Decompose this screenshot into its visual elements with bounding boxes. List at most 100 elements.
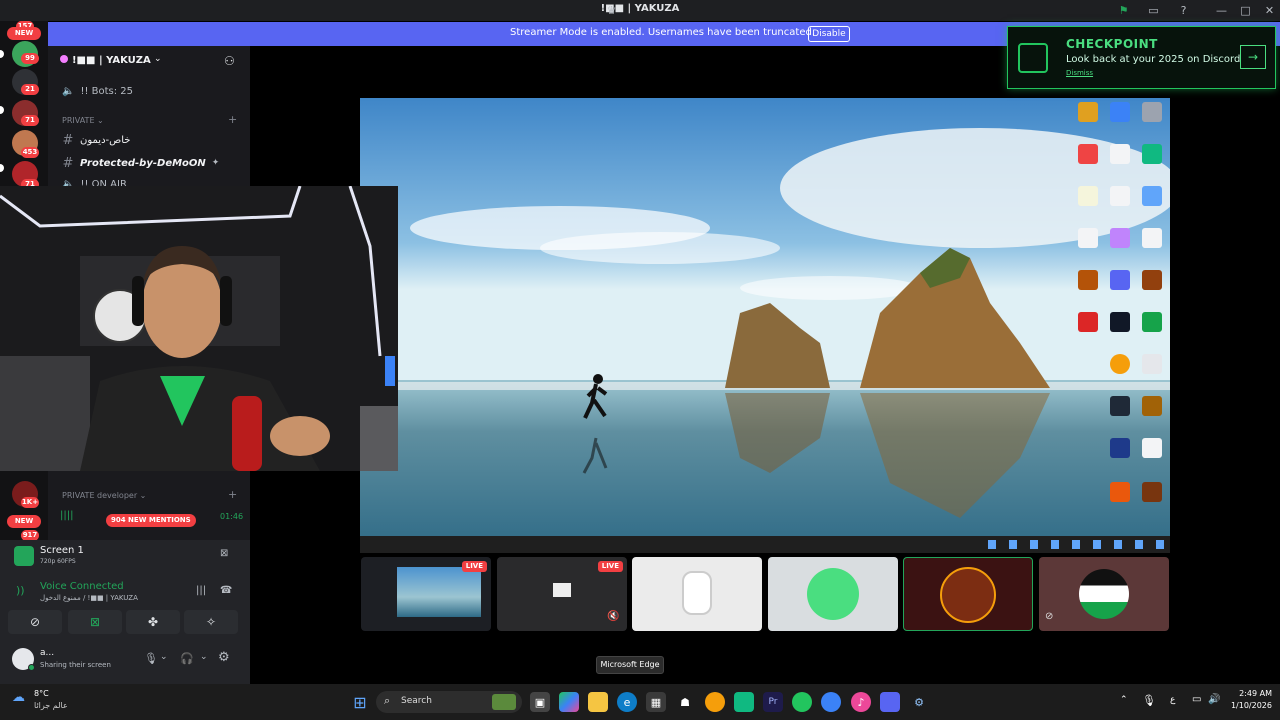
desktop-icon[interactable] xyxy=(1142,186,1162,206)
chevron-down-icon[interactable]: ⌄ xyxy=(200,652,208,662)
microphone-icon[interactable]: 🎙 xyxy=(144,652,158,665)
desktop-icon[interactable] xyxy=(1078,270,1098,290)
desktop-icon[interactable] xyxy=(1142,102,1162,122)
steam-icon[interactable] xyxy=(1110,438,1130,458)
stream-thumbnail[interactable]: LIVE 🔇 xyxy=(497,557,627,631)
file-explorer-icon[interactable] xyxy=(588,692,608,712)
window-title: !■■ | YAKUZA xyxy=(600,3,680,14)
task-view-icon[interactable]: ▣ xyxy=(530,692,550,712)
participant-tile[interactable] xyxy=(768,557,898,631)
dismiss-link[interactable]: Dismiss xyxy=(1066,69,1093,77)
inbox-icon[interactable]: ▭ xyxy=(1146,3,1161,18)
desktop-icon[interactable] xyxy=(1142,312,1162,332)
music-icon[interactable]: ♪ xyxy=(851,692,871,712)
edge-icon[interactable]: e xyxy=(617,692,637,712)
voice-status[interactable]: Voice Connected xyxy=(40,581,124,592)
disconnect-icon[interactable]: ☎ xyxy=(220,585,232,596)
clock-date[interactable]: 1/10/2026 xyxy=(1222,701,1272,710)
chevron-up-icon[interactable]: ⌃ xyxy=(1120,695,1128,705)
screen-share-button[interactable]: ⊠ xyxy=(68,610,122,634)
gear-icon[interactable]: ⚙ xyxy=(218,650,230,665)
desktop-icon[interactable] xyxy=(1110,228,1130,248)
volume-icon[interactable]: 🔊 xyxy=(1208,694,1220,705)
desktop-icon[interactable] xyxy=(1110,312,1130,332)
add-channel-icon[interactable]: + xyxy=(228,113,237,126)
copilot-icon[interactable] xyxy=(559,692,579,712)
desktop-icon[interactable] xyxy=(1142,354,1162,374)
channel-bots[interactable]: 🔈 !! Bots: 25 xyxy=(62,83,133,99)
category-private[interactable]: PRIVATE ⌄ xyxy=(62,116,104,125)
server-name[interactable]: !■■ | YAKUZA xyxy=(72,55,151,66)
hash-icon: # xyxy=(62,155,74,171)
desktop-icon[interactable] xyxy=(1142,482,1162,502)
microphone-icon[interactable]: 🎙 xyxy=(1142,694,1156,707)
steam-icon[interactable]: ⚙ xyxy=(909,692,929,712)
chrome-icon[interactable] xyxy=(705,692,725,712)
desktop-icon[interactable] xyxy=(1142,438,1162,458)
checkpoint-promo[interactable]: CHECKPOINT Look back at your 2025 on Dis… xyxy=(1007,26,1276,89)
maximize-icon[interactable]: □ xyxy=(1238,3,1253,18)
language-indicator[interactable]: ع xyxy=(1170,695,1175,705)
new-badge[interactable]: NEW xyxy=(7,515,41,528)
premiere-icon[interactable]: Pr xyxy=(763,692,783,712)
disable-button[interactable]: Disable xyxy=(808,26,850,42)
chevron-down-icon[interactable]: ⌄ xyxy=(160,652,168,662)
camera-off-button[interactable]: ⊘ xyxy=(8,610,62,634)
display-icon[interactable]: ▭ xyxy=(1192,694,1201,705)
webcam-feed[interactable] xyxy=(0,186,398,471)
stream-thumbnail[interactable]: LIVE xyxy=(361,557,491,631)
desktop-icon[interactable] xyxy=(1142,228,1162,248)
soundboard-button[interactable]: ✧ xyxy=(184,610,238,634)
add-member-icon[interactable]: ⚇ xyxy=(224,54,235,68)
user-name[interactable]: a... xyxy=(40,648,54,658)
desktop-icon[interactable] xyxy=(1142,396,1162,416)
app-icon[interactable] xyxy=(821,692,841,712)
help-icon[interactable]: ? xyxy=(1176,3,1191,18)
desktop-icon[interactable] xyxy=(1078,228,1098,248)
ghost-icon[interactable]: ☗ xyxy=(675,692,695,712)
participant-tile[interactable]: ⊘ xyxy=(1039,557,1169,631)
windows-start-icon[interactable]: ⊞ xyxy=(350,692,370,712)
participant-tile[interactable] xyxy=(903,557,1033,631)
desktop-icon[interactable] xyxy=(1110,396,1130,416)
close-stream-icon[interactable]: ⊠ xyxy=(220,548,228,559)
participant-tile[interactable] xyxy=(632,557,762,631)
store-icon[interactable]: ▦ xyxy=(646,692,666,712)
clock-time[interactable]: 2:49 AM xyxy=(1228,689,1272,698)
desktop-icon[interactable] xyxy=(1110,102,1130,122)
headphones-icon[interactable]: 🎧 xyxy=(180,652,194,665)
flag-icon[interactable]: ⚑ xyxy=(1116,3,1131,18)
weather-temp[interactable]: 8°C xyxy=(34,689,49,698)
whatsapp-icon[interactable] xyxy=(792,692,812,712)
activities-button[interactable]: ✤ xyxy=(126,610,180,634)
noise-icon[interactable]: ||| xyxy=(196,585,206,596)
desktop-icon[interactable] xyxy=(1110,144,1130,164)
chevron-down-icon[interactable]: ⌄ xyxy=(154,54,162,64)
desktop-icon[interactable] xyxy=(1110,270,1130,290)
weather-icon[interactable]: ☁ xyxy=(12,690,25,705)
chrome-icon[interactable] xyxy=(1110,354,1130,374)
desktop-icon[interactable] xyxy=(1110,482,1130,502)
screen-share-view[interactable] xyxy=(360,98,1170,553)
search-box[interactable]: ⌕ Search xyxy=(376,691,522,713)
desktop-icon[interactable] xyxy=(1142,270,1162,290)
channel-item[interactable]: # Protected-by-DeMoON ✦ xyxy=(62,155,220,171)
desktop-icon[interactable] xyxy=(1142,144,1162,164)
webcam-image xyxy=(0,186,398,471)
desktop-icon[interactable] xyxy=(1078,312,1098,332)
add-channel-icon[interactable]: + xyxy=(228,488,237,501)
desktop-icon[interactable] xyxy=(1078,102,1098,122)
desktop-icon[interactable] xyxy=(1078,144,1098,164)
hash-icon: # xyxy=(62,132,74,148)
new-mentions-badge[interactable]: 904 NEW MENTIONS xyxy=(106,514,196,527)
category-developer[interactable]: PRIVATE developer ⌄ xyxy=(62,491,146,500)
desktop-icon[interactable] xyxy=(1078,186,1098,206)
app-icon[interactable] xyxy=(734,692,754,712)
discord-icon[interactable] xyxy=(880,692,900,712)
close-icon[interactable]: ✕ xyxy=(1262,3,1277,18)
desktop-icon[interactable] xyxy=(1110,186,1130,206)
arrow-right-icon[interactable]: → xyxy=(1240,45,1266,69)
channel-item[interactable]: # خاص-ديمون xyxy=(62,132,131,148)
new-badge[interactable]: NEW xyxy=(7,27,41,40)
minimize-icon[interactable]: — xyxy=(1214,3,1229,18)
